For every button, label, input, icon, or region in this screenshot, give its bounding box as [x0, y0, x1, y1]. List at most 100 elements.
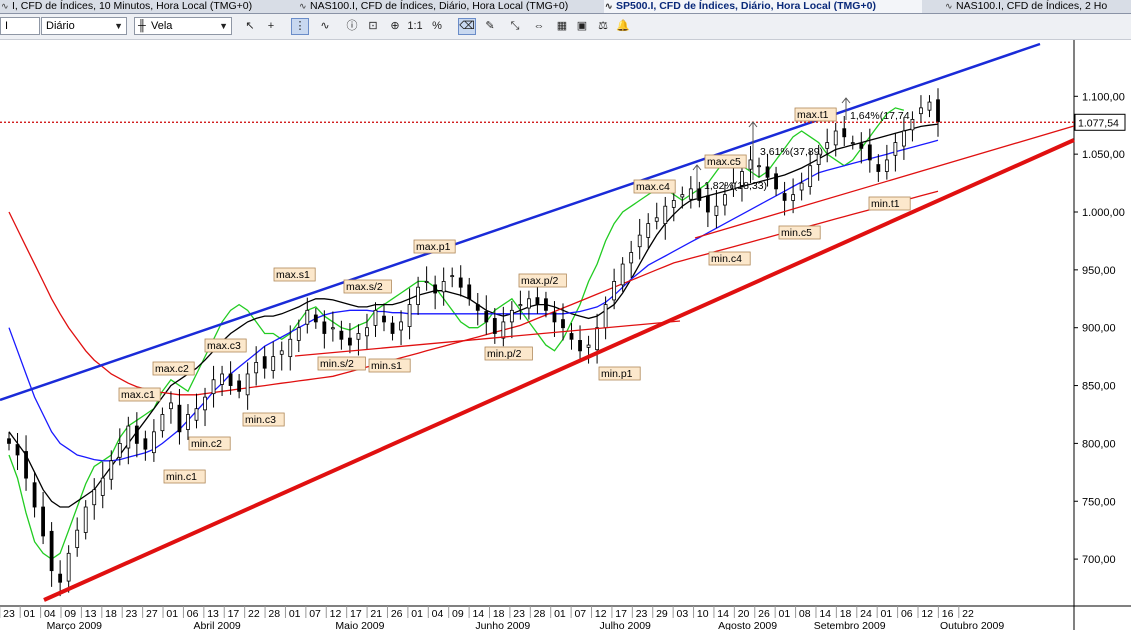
- candle-body: [109, 460, 114, 480]
- percent-icon[interactable]: %: [428, 18, 446, 35]
- zoom-area-icon[interactable]: ⊡: [364, 18, 382, 35]
- x-tick-label: 01: [24, 608, 36, 620]
- x-tick-label: 18: [105, 608, 117, 620]
- chart-tab-4[interactable]: ∿ NAS100.I, CFD de Índices, 2 Ho: [944, 0, 1131, 13]
- candle-body: [245, 373, 250, 396]
- candle-body: [305, 309, 310, 325]
- x-month-label: Julho 2009: [600, 620, 652, 630]
- x-tick-label: 01: [411, 608, 423, 620]
- annotation-label: min.p/2: [487, 348, 522, 360]
- candle-body: [356, 333, 361, 340]
- candle-body: [833, 130, 838, 146]
- candle-body: [450, 275, 455, 278]
- annotation-label: min.s1: [371, 360, 402, 372]
- cursor-icon[interactable]: ↖: [241, 18, 259, 35]
- fit-icon[interactable]: ⇔: [530, 18, 548, 35]
- x-month-label: Setembro 2009: [814, 620, 886, 630]
- chart-tab-1[interactable]: ∿ I, CFD de Índices, 10 Minutos, Hora Loc…: [0, 0, 274, 13]
- candle-body: [475, 304, 480, 311]
- candle-body: [884, 159, 889, 172]
- candle-body: [757, 165, 761, 168]
- candle-body: [910, 119, 915, 131]
- candle-body: [893, 142, 898, 156]
- candle-body: [705, 195, 710, 213]
- pan-icon[interactable]: ⤡: [506, 18, 524, 35]
- chart-tab-icon: ∿: [1, 1, 9, 11]
- scale-icon[interactable]: ⚖: [594, 18, 612, 35]
- x-tick-label: 12: [595, 608, 607, 620]
- brush-icon[interactable]: ✎: [481, 18, 499, 35]
- measure-label: 1,64%(17,74: [850, 110, 910, 122]
- candle-body: [151, 431, 156, 454]
- candle-body: [501, 321, 506, 339]
- candle-body: [186, 414, 190, 430]
- x-tick-label: 10: [697, 608, 709, 620]
- candle-body: [578, 340, 582, 352]
- candle-body: [603, 304, 608, 329]
- grid-icon[interactable]: ⋮: [291, 18, 309, 35]
- zoom-icon[interactable]: ⊕: [386, 18, 404, 35]
- chart-type-select[interactable]: ╫ Vela ▼: [134, 17, 232, 35]
- candle-body: [7, 438, 11, 444]
- chart-tab-2[interactable]: ∿ NAS100.I, CFD de Índices, Diário, Hora …: [298, 0, 596, 13]
- symbol-select[interactable]: I: [0, 17, 40, 35]
- candle-body: [561, 319, 565, 329]
- chart-tab-label: NAS100.I, CFD de Índices, 2 Ho: [956, 0, 1108, 12]
- candle-body: [697, 188, 702, 201]
- y-tick-label: 1.000,00: [1082, 207, 1125, 219]
- info-icon[interactable]: ⓘ: [343, 18, 361, 35]
- measure-label: 1,82%(18,33): [704, 180, 767, 192]
- x-tick-label: 12: [921, 608, 933, 620]
- y-tick-label: 1.100,00: [1082, 91, 1125, 103]
- candle-body: [688, 188, 693, 200]
- annotation-label: min.t1: [871, 198, 900, 210]
- chevron-down-icon: ▼: [219, 21, 228, 31]
- candle-body: [544, 298, 548, 311]
- x-tick-label: 29: [656, 608, 668, 620]
- candle-body: [49, 530, 54, 572]
- symbol-value: I: [5, 20, 9, 32]
- candle-body: [194, 408, 199, 421]
- x-tick-label: 01: [554, 608, 566, 620]
- candle-body: [373, 309, 378, 326]
- x-tick-label: 17: [228, 608, 240, 620]
- x-tick-label: 01: [779, 608, 791, 620]
- eraser-icon[interactable]: ⌫: [458, 18, 476, 35]
- candle-body: [203, 396, 207, 411]
- candle-body: [859, 143, 864, 149]
- chart-tab-icon: ∿: [605, 1, 613, 11]
- candle-body: [382, 315, 386, 323]
- templates-icon[interactable]: ▦: [553, 18, 571, 35]
- x-tick-label: 08: [799, 608, 811, 620]
- y-tick-label: 850,00: [1082, 381, 1116, 393]
- candle-body: [220, 373, 224, 385]
- annotation-label: max.s/2: [346, 281, 383, 293]
- candle-body: [348, 337, 352, 346]
- candle-body: [228, 373, 233, 386]
- indicator-icon[interactable]: ∿: [316, 18, 334, 35]
- candle-body: [458, 277, 463, 288]
- candle-body: [117, 442, 122, 458]
- candle-body: [714, 205, 719, 216]
- period-select[interactable]: Diário ▼: [41, 17, 127, 35]
- x-tick-label: 27: [146, 608, 158, 620]
- candle-body: [262, 356, 267, 369]
- x-tick-label: 18: [840, 608, 852, 620]
- one-to-one-icon[interactable]: 1:1: [406, 18, 424, 35]
- crosshair-icon[interactable]: +: [262, 18, 280, 35]
- x-tick-label: 07: [309, 608, 321, 620]
- candle-body: [467, 284, 472, 300]
- chart-tab-3[interactable]: ∿ SP500.I, CFD de Índices, Diário, Hora L…: [604, 0, 922, 13]
- candle-body: [671, 200, 676, 208]
- x-tick-label: 12: [330, 608, 342, 620]
- candle-body: [765, 166, 770, 178]
- image-icon[interactable]: ▣: [573, 18, 591, 35]
- candle-body: [876, 164, 881, 172]
- x-tick-label: 28: [268, 608, 280, 620]
- candle-body: [492, 318, 497, 334]
- candle-body: [169, 402, 173, 410]
- alert-icon[interactable]: 🔔: [614, 18, 632, 35]
- x-tick-label: 16: [942, 608, 954, 620]
- x-tick-label: 09: [64, 608, 76, 620]
- price-chart[interactable]: 700,00 750,00 800,00 850,00 900,00 950,00 1.00…: [0, 40, 1131, 630]
